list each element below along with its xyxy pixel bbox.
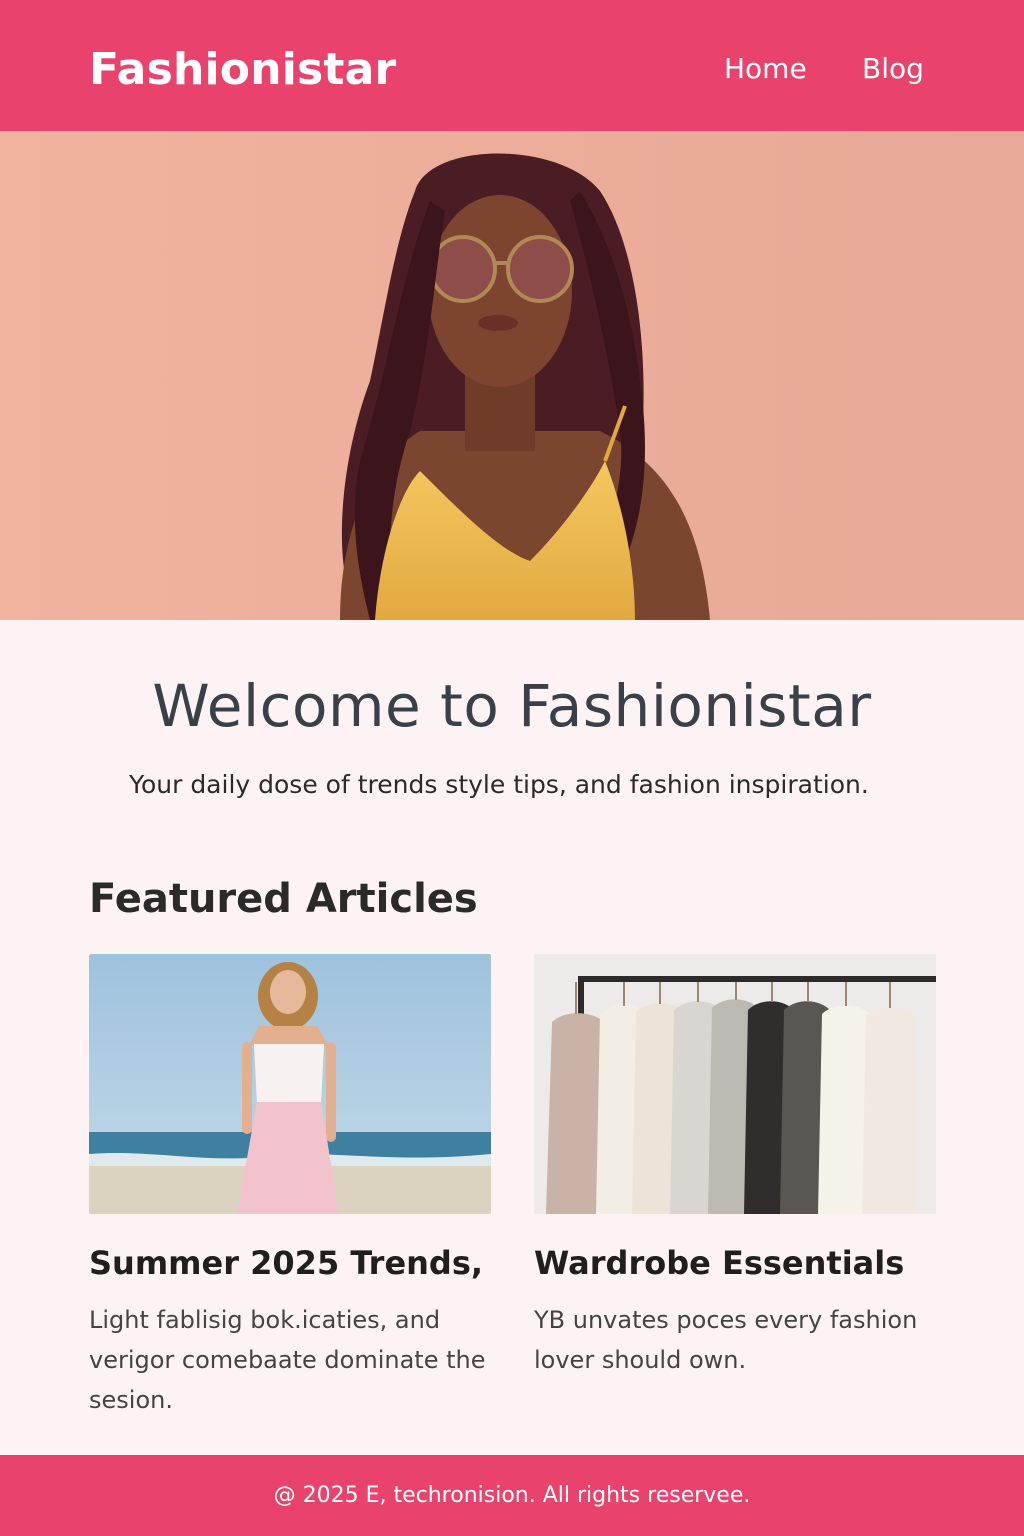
article-title[interactable]: Wardrobe Essentials — [534, 1244, 936, 1282]
site-footer: @ 2025 E, techronision. All rights reser… — [0, 1455, 1024, 1536]
nav-blog-link[interactable]: Blog — [862, 52, 924, 85]
clothing-rack-photo — [534, 954, 936, 1214]
site-logo[interactable]: Fashionistar — [89, 44, 396, 95]
hero-image — [0, 131, 1024, 620]
article-title[interactable]: Summer 2025 Trends, — [89, 1244, 491, 1282]
page-subtitle: Your daily dose of trends style tips, an… — [129, 770, 869, 799]
article-excerpt: Light fablisig bok.icaties, and verigor … — [89, 1306, 486, 1414]
featured-articles-heading: Featured Articles — [89, 876, 478, 922]
article-excerpt: YB unvates poces every fashion lover sho… — [534, 1306, 918, 1374]
hero-model-photo — [0, 131, 1024, 620]
article-card[interactable]: Summer 2025 Trends, Light fablisig bok.i… — [89, 954, 491, 1420]
footer-copyright: @ 2025 E, techronision. All rights reser… — [273, 1483, 751, 1508]
article-image[interactable] — [89, 954, 491, 1214]
page-title: Welcome to Fashionistar — [152, 672, 872, 740]
article-card[interactable]: Wardrobe Essentials YB unvates poces eve… — [534, 954, 936, 1380]
beach-dress-photo — [89, 954, 491, 1214]
site-header: Fashionistar Home Blog — [0, 0, 1024, 131]
article-image[interactable] — [534, 954, 936, 1214]
nav-home-link[interactable]: Home — [724, 52, 807, 85]
